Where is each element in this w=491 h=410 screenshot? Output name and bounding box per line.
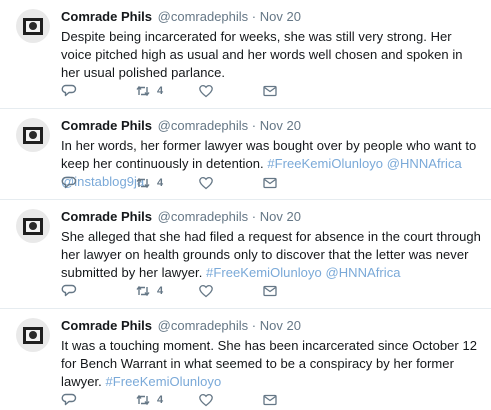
retweet-icon xyxy=(136,85,150,97)
retweet-button[interactable]: 4 xyxy=(135,83,163,99)
header-separator: · xyxy=(251,318,257,333)
tweet[interactable]: Comrade Phils @comradephils · Nov 20 In … xyxy=(0,109,491,200)
tweet-body: Comrade Phils @comradephils · Nov 20 She… xyxy=(61,209,481,282)
author-handle[interactable]: @comradephils xyxy=(158,209,249,224)
direct-message-icon xyxy=(263,85,277,97)
tweet-body: Comrade Phils @comradephils · Nov 20 It … xyxy=(61,318,481,391)
tweet-text-segment: Despite being incarcerated for weeks, sh… xyxy=(61,29,463,80)
retweet-button[interactable]: 4 xyxy=(135,175,163,191)
direct-message-button[interactable] xyxy=(262,83,278,99)
retweet-icon xyxy=(136,177,150,189)
reply-icon xyxy=(61,393,77,406)
like-button[interactable] xyxy=(198,283,214,299)
retweet-count: 4 xyxy=(157,177,164,189)
tweet-feed: Comrade Phils @comradephils · Nov 20 Des… xyxy=(0,0,491,410)
author-handle[interactable]: @comradephils xyxy=(158,318,249,333)
reply-button[interactable] xyxy=(61,392,77,408)
tweet-actions: 4 xyxy=(61,83,301,99)
hashtag-link[interactable]: #FreeKemiOlunloyo xyxy=(105,374,221,389)
heart-icon xyxy=(199,284,213,298)
like-button[interactable] xyxy=(198,175,214,191)
author-handle[interactable]: @comradephils xyxy=(158,118,249,133)
reply-button[interactable] xyxy=(61,83,77,99)
retweet-icon xyxy=(136,394,150,406)
tweet-date[interactable]: Nov 20 xyxy=(260,209,301,224)
retweet-button[interactable]: 4 xyxy=(135,283,163,299)
retweet-count: 4 xyxy=(157,85,164,97)
retweet-button[interactable]: 4 xyxy=(135,392,163,408)
tweet-date[interactable]: Nov 20 xyxy=(260,118,301,133)
reply-icon xyxy=(61,84,77,97)
author-name[interactable]: Comrade Phils xyxy=(61,118,152,133)
tweet[interactable]: Comrade Phils @comradephils · Nov 20 Des… xyxy=(0,0,491,109)
tweet-body: Comrade Phils @comradephils · Nov 20 Des… xyxy=(61,9,481,82)
retweet-count: 4 xyxy=(157,285,164,297)
profile-avatar[interactable] xyxy=(16,318,50,352)
tweet-actions: 4 xyxy=(61,392,301,408)
direct-message-button[interactable] xyxy=(262,283,278,299)
reply-icon xyxy=(61,284,77,297)
profile-avatar[interactable] xyxy=(16,9,50,43)
direct-message-icon xyxy=(263,285,277,297)
tweet-header: Comrade Phils @comradephils · Nov 20 xyxy=(61,209,481,225)
heart-icon xyxy=(199,176,213,190)
like-button[interactable] xyxy=(198,83,214,99)
reply-button[interactable] xyxy=(61,175,77,191)
header-separator: · xyxy=(251,209,257,224)
retweet-icon xyxy=(136,285,150,297)
hashtag-link[interactable]: #FreeKemiOlunloyo @HNNAfrica xyxy=(206,265,401,280)
like-button[interactable] xyxy=(198,392,214,408)
direct-message-button[interactable] xyxy=(262,175,278,191)
heart-icon xyxy=(199,393,213,407)
author-name[interactable]: Comrade Phils xyxy=(61,9,152,24)
tweet[interactable]: Comrade Phils @comradephils · Nov 20 It … xyxy=(0,309,491,410)
direct-message-icon xyxy=(263,394,277,406)
tweet-text: It was a touching moment. She has been i… xyxy=(61,337,481,391)
tweet-text: She alleged that she had filed a request… xyxy=(61,228,481,282)
tweet-actions: 4 xyxy=(61,283,301,299)
tweet-header: Comrade Phils @comradephils · Nov 20 xyxy=(61,9,481,25)
tweet-date[interactable]: Nov 20 xyxy=(260,9,301,24)
tweet-header: Comrade Phils @comradephils · Nov 20 xyxy=(61,118,481,134)
direct-message-icon xyxy=(263,177,277,189)
tweet-actions: 4 xyxy=(61,175,301,191)
tweet[interactable]: Comrade Phils @comradephils · Nov 20 She… xyxy=(0,200,491,309)
direct-message-button[interactable] xyxy=(262,392,278,408)
tweet-text: Despite being incarcerated for weeks, sh… xyxy=(61,28,481,82)
author-name[interactable]: Comrade Phils xyxy=(61,209,152,224)
author-handle[interactable]: @comradephils xyxy=(158,9,249,24)
retweet-count: 4 xyxy=(157,394,164,406)
header-separator: · xyxy=(251,118,257,133)
tweet-date[interactable]: Nov 20 xyxy=(260,318,301,333)
reply-button[interactable] xyxy=(61,283,77,299)
profile-avatar[interactable] xyxy=(16,209,50,243)
author-name[interactable]: Comrade Phils xyxy=(61,318,152,333)
tweet-header: Comrade Phils @comradephils · Nov 20 xyxy=(61,318,481,334)
profile-avatar[interactable] xyxy=(16,118,50,152)
header-separator: · xyxy=(251,9,257,24)
reply-icon xyxy=(61,176,77,189)
heart-icon xyxy=(199,84,213,98)
